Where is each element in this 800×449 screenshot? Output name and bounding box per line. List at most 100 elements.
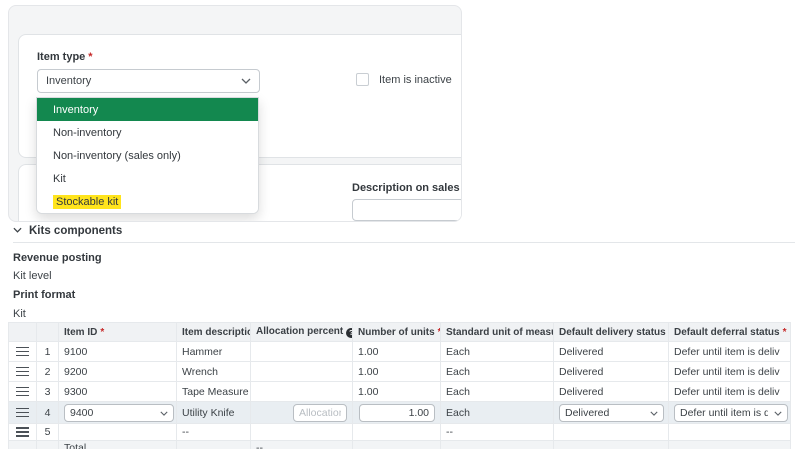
deferral-status-cell: Defer until item is deliv	[669, 402, 791, 424]
row-number: 3	[37, 382, 59, 402]
item-id-select[interactable]: 9400	[64, 404, 174, 422]
dropdown-option-inventory[interactable]: Inventory	[37, 98, 258, 121]
total-allocation-value: --	[251, 441, 353, 449]
dropdown-option-label: Inventory	[53, 104, 98, 116]
drag-handle-icon[interactable]	[16, 408, 29, 418]
dropdown-option-label: Kit	[53, 173, 66, 185]
kits-components-header[interactable]: Kits components	[13, 225, 795, 243]
description-on-sales-input[interactable]	[352, 199, 462, 221]
required-asterisk: *	[100, 327, 104, 338]
item-description-cell: Utility Knife	[177, 402, 251, 424]
kit-components-table: Item ID* Item description Allocation per…	[8, 322, 791, 449]
item-inactive-checkbox[interactable]	[356, 73, 369, 86]
standard-unit-cell: --	[441, 424, 554, 441]
kits-components-title: Kits components	[29, 225, 122, 237]
col-standard-unit: Standard unit of measure	[441, 323, 554, 342]
delivery-status-cell: Delivered	[554, 382, 669, 402]
col-item-id: Item ID*	[59, 323, 177, 342]
kits-meta: Revenue posting Kit level Print format K…	[13, 252, 800, 321]
drag-cell	[9, 382, 37, 402]
col-item-description: Item description	[177, 323, 251, 342]
drag-column-header	[9, 323, 37, 342]
delivery-status-cell: Delivered	[554, 342, 669, 362]
row-number-column-header	[37, 323, 59, 342]
col-number-of-units: Number of units*	[353, 323, 441, 342]
item-type-select[interactable]: Inventory	[37, 69, 260, 93]
deferral-status-cell: Defer until item is deliv	[669, 382, 791, 402]
table-row-editing: 4 9400 Utility Knife Each Delivered	[9, 402, 791, 424]
item-description-cell: Tape Measure	[177, 382, 251, 402]
table-row: 1 9100 Hammer 1.00 Each Delivered Defer …	[9, 342, 791, 362]
item-type-label-text: Item type	[37, 51, 85, 63]
dropdown-option-non-inventory-sales-only[interactable]: Non-inventory (sales only)	[37, 144, 258, 167]
dropdown-option-label: Non-inventory	[53, 127, 121, 139]
print-format-value: Kit	[13, 308, 800, 321]
page: Item type* Inventory Item is inactive De…	[0, 0, 800, 449]
item-id-cell: 9100	[59, 342, 177, 362]
table-row: 5 -- --	[9, 424, 791, 441]
delivery-status-select[interactable]: Delivered	[559, 404, 664, 422]
delivery-status-cell	[554, 441, 669, 449]
deferral-status-cell: Defer until item is deliv	[669, 362, 791, 382]
drag-cell	[9, 342, 37, 362]
allocation-percent-cell	[251, 362, 353, 382]
chevron-down-icon	[241, 75, 251, 87]
required-asterisk: *	[88, 51, 92, 63]
item-type-label: Item type*	[37, 51, 93, 63]
item-id-cell: 9400	[59, 402, 177, 424]
deferral-status-cell	[669, 424, 791, 441]
dropdown-option-kit[interactable]: Kit	[37, 167, 258, 190]
col-default-deferral-status: Default deferral status*	[669, 323, 791, 342]
col-label: Standard unit of measure	[446, 327, 554, 338]
print-format-label: Print format	[13, 289, 800, 302]
drag-cell	[9, 424, 37, 441]
number-of-units-cell	[353, 441, 441, 449]
dropdown-option-stockable-kit[interactable]: Stockable kit	[37, 190, 258, 213]
item-description-cell: Wrench	[177, 362, 251, 382]
deferral-status-value: Defer until item is deliv	[680, 407, 768, 419]
number-of-units-cell: 1.00	[353, 342, 441, 362]
delivery-status-cell: Delivered	[554, 362, 669, 382]
dropdown-option-non-inventory[interactable]: Non-inventory	[37, 121, 258, 144]
delivery-status-cell: Delivered	[554, 402, 669, 424]
delivery-status-cell	[554, 424, 669, 441]
deferral-status-cell: Defer until item is deliv	[669, 342, 791, 362]
number-of-units-input[interactable]	[359, 404, 435, 422]
drag-handle-icon[interactable]	[16, 387, 29, 397]
row-number: 4	[37, 402, 59, 424]
drag-handle-icon[interactable]	[16, 347, 29, 357]
item-description-cell: --	[177, 424, 251, 441]
table-header-row: Item ID* Item description Allocation per…	[9, 323, 791, 342]
dropdown-option-label-highlighted: Stockable kit	[53, 195, 121, 209]
delivery-status-value: Delivered	[565, 407, 609, 419]
drag-handle-icon[interactable]	[16, 367, 29, 377]
item-form-panel: Item type* Inventory Item is inactive De…	[8, 5, 462, 222]
item-inactive-label: Item is inactive	[379, 74, 452, 86]
deferral-status-select[interactable]: Defer until item is deliv	[674, 404, 788, 422]
allocation-percent-cell	[251, 382, 353, 402]
item-id-cell: 9300	[59, 382, 177, 402]
number-of-units-cell	[353, 424, 441, 441]
dropdown-option-label: Non-inventory (sales only)	[53, 150, 181, 162]
table-row: 2 9200 Wrench 1.00 Each Delivered Defer …	[9, 362, 791, 382]
col-label: Default deferral status	[674, 327, 780, 338]
row-number: 5	[37, 424, 59, 441]
chevron-down-icon	[160, 407, 168, 419]
col-label: Default delivery status	[559, 327, 666, 338]
revenue-posting-label: Revenue posting	[13, 252, 800, 265]
col-label: Number of units	[358, 327, 435, 338]
help-icon[interactable]: ?	[346, 328, 352, 338]
required-asterisk: *	[783, 327, 787, 338]
item-type-dropdown: Inventory Non-inventory Non-inventory (s…	[36, 97, 259, 214]
col-default-delivery-status: Default delivery status*	[554, 323, 669, 342]
chevron-down-icon	[774, 407, 782, 419]
item-description-cell	[177, 441, 251, 449]
number-of-units-cell: 1.00	[353, 362, 441, 382]
col-label: Item description	[182, 327, 251, 338]
kits-components-section: Kits components Revenue posting Kit leve…	[0, 222, 800, 449]
chevron-down-icon	[650, 407, 658, 419]
allocation-percent-input[interactable]	[293, 404, 347, 422]
standard-unit-cell	[441, 441, 554, 449]
drag-handle-icon[interactable]	[16, 427, 29, 437]
allocation-percent-cell	[251, 342, 353, 362]
